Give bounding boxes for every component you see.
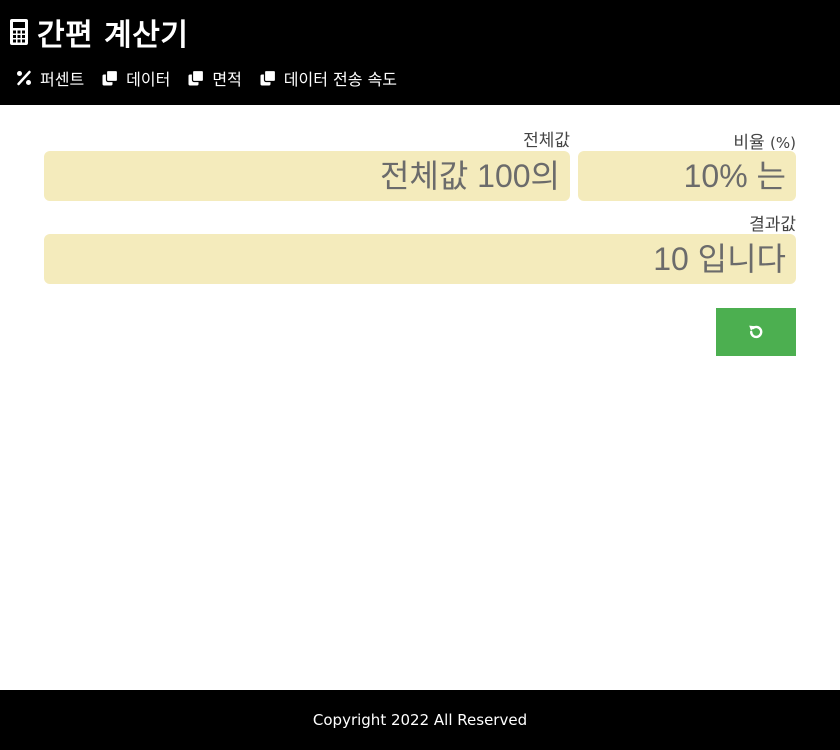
nav-item-label: 면적 — [212, 70, 242, 89]
copy-icon — [260, 70, 276, 86]
ratio-label-text: 비율 — [733, 133, 765, 153]
ratio-input[interactable] — [578, 157, 786, 195]
brand[interactable]: 간편 계산기 — [9, 10, 188, 54]
ratio-unit: (%) — [770, 134, 796, 152]
nav-item-percent[interactable]: 퍼센트 — [16, 66, 84, 90]
main-nav: 퍼센트 데이터 면적 데이터 전송 속도 — [16, 66, 415, 90]
total-field — [44, 151, 570, 201]
result-input[interactable] — [44, 240, 786, 278]
nav-item-label: 데이터 — [126, 70, 171, 89]
reset-button[interactable] — [716, 308, 796, 356]
copy-icon — [102, 70, 119, 86]
footer: Copyright 2022 All Reserved — [0, 690, 840, 750]
ratio-field — [578, 151, 796, 201]
header: 간편 계산기 퍼센트 데이터 면적 데이터 전송 속도 — [0, 0, 840, 105]
percent-icon — [17, 70, 31, 86]
copyright-text: Copyright 2022 All Reserved — [312, 711, 528, 729]
nav-item-label: 데이터 전송 속도 — [283, 70, 398, 89]
result-label-text: 결과값 — [749, 215, 796, 235]
result-field — [44, 234, 796, 284]
calculator-icon — [10, 19, 28, 45]
total-label: 전체값 — [44, 126, 570, 151]
app-title: 간편 계산기 — [37, 18, 189, 53]
total-input[interactable] — [44, 157, 560, 195]
ratio-label: 비율 (%) — [578, 128, 796, 153]
reset-icon — [749, 325, 763, 339]
total-label-text: 전체값 — [523, 131, 570, 151]
nav-item-area[interactable]: 면적 — [188, 66, 242, 90]
nav-item-data[interactable]: 데이터 — [102, 66, 170, 90]
nav-item-transfer-speed[interactable]: 데이터 전송 속도 — [260, 66, 397, 90]
copy-icon — [188, 70, 205, 86]
result-label: 결과값 — [44, 210, 796, 235]
nav-item-label: 퍼센트 — [40, 70, 85, 89]
